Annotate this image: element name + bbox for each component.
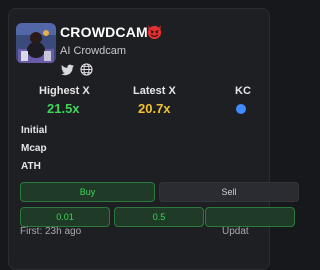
amount-button-0.5[interactable]: 0.5 <box>114 207 204 227</box>
buy-button[interactable]: Buy <box>20 182 155 202</box>
kc-label: KC <box>235 85 251 97</box>
twitter-icon[interactable] <box>61 64 74 76</box>
sell-button[interactable]: Sell <box>159 182 299 202</box>
mcap-label: Mcap <box>21 143 47 154</box>
first-seen-text: First: 23h ago <box>20 226 82 237</box>
token-avatar[interactable] <box>16 23 56 63</box>
kc-indicator <box>236 104 246 114</box>
token-subtitle: AI Crowdcam <box>60 45 127 57</box>
devil-icon <box>147 24 162 40</box>
avatar-image <box>16 23 56 63</box>
token-name: CROWDCAM <box>60 24 148 40</box>
latest-x-value: 20.7x <box>138 101 171 116</box>
ath-label: ATH <box>21 161 41 172</box>
highest-x-label: Highest X <box>39 85 90 97</box>
initial-label: Initial <box>21 125 48 136</box>
amount-button-0.01[interactable]: 0.01 <box>20 207 110 227</box>
latest-x-label: Latest X <box>133 85 176 97</box>
amount-button-3[interactable] <box>205 207 295 227</box>
updated-text: Updat <box>222 226 249 237</box>
highest-x-value: 21.5x <box>47 101 80 116</box>
globe-icon[interactable] <box>80 63 93 76</box>
